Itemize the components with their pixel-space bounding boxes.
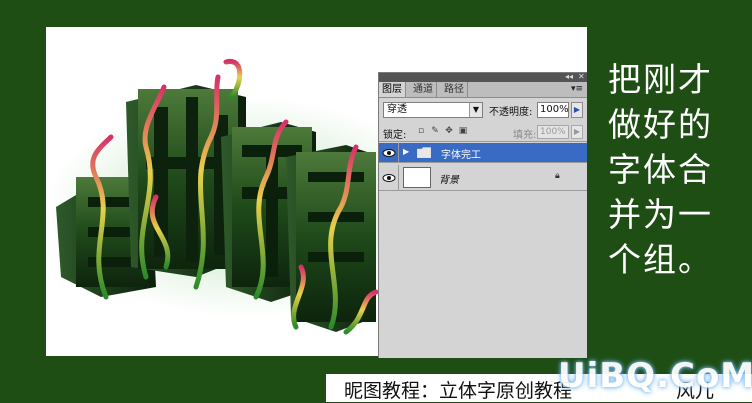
expand-triangle-icon[interactable]: ▶ xyxy=(403,147,409,156)
blend-row: 穿透 ▼ 不透明度: 100% ▶ xyxy=(379,99,587,121)
layer-thumbnail xyxy=(403,167,431,188)
fill-input[interactable]: 100% xyxy=(537,125,569,139)
lock-transparent-pixels-icon[interactable]: ▫ xyxy=(416,126,426,137)
tab-layers[interactable]: 图层 xyxy=(379,82,406,97)
caption-line: 做好的 xyxy=(608,105,713,144)
layer-name: 背景 xyxy=(439,175,459,186)
visibility-toggle[interactable] xyxy=(379,165,399,190)
caption-line: 并为一 xyxy=(608,195,713,234)
layer-row-background[interactable]: 背景 🔒︎ xyxy=(379,165,587,191)
panel-titlebar: ◂◂ ✕ xyxy=(379,72,587,82)
opacity-slider-arrow-icon[interactable]: ▶ xyxy=(571,102,583,118)
instruction-caption: 把刚才 做好的 字体合 并为一 个组。 xyxy=(608,57,718,282)
lock-image-pixels-icon[interactable]: ✎ xyxy=(430,126,440,137)
opacity-input[interactable]: 100% xyxy=(537,102,569,118)
lock-label: 锁定: xyxy=(383,130,407,141)
caption-line: 个组。 xyxy=(608,240,713,279)
close-panel-icon[interactable]: ✕ xyxy=(578,72,585,82)
visibility-toggle[interactable] xyxy=(379,143,399,162)
blend-mode-select[interactable]: 穿透 ▼ xyxy=(383,102,483,118)
lock-all-icon[interactable]: ▣ xyxy=(458,126,468,137)
layers-panel[interactable]: ◂◂ ✕ 图层 通道 路径 ▾≡ 穿透 ▼ 不透明度: 100% ▶ 锁定: ▫… xyxy=(378,72,587,358)
site-watermark: UiBQ.CoM xyxy=(558,356,752,396)
eye-icon xyxy=(382,174,396,182)
layer-row-group[interactable]: ▶ 字体完工 xyxy=(379,143,587,163)
fill-slider-arrow-icon[interactable]: ▶ xyxy=(571,125,583,139)
tab-channels[interactable]: 通道 xyxy=(410,82,437,97)
lock-row: 锁定: ▫ ✎ ✥ ▣ 填充: 100% ▶ xyxy=(379,123,587,142)
chevron-down-icon[interactable]: ▼ xyxy=(469,103,482,117)
fill-label: 填充: xyxy=(513,130,537,141)
lock-position-icon[interactable]: ✥ xyxy=(444,126,454,137)
caption-line: 字体合 xyxy=(608,150,713,189)
opacity-label: 不透明度: xyxy=(489,107,533,118)
collapse-panel-icon[interactable]: ◂◂ xyxy=(565,72,573,82)
tab-paths[interactable]: 路径 xyxy=(441,82,468,97)
panel-menu-icon[interactable]: ▾≡ xyxy=(571,82,583,97)
eye-icon xyxy=(382,149,396,157)
blend-mode-value: 穿透 xyxy=(387,104,407,115)
caption-line: 把刚才 xyxy=(608,60,713,99)
footer-title: 昵图教程：立体字原创教程 xyxy=(344,380,573,402)
layer-name: 字体完工 xyxy=(441,150,481,161)
lock-icon: 🔒︎ xyxy=(555,171,560,181)
folder-icon xyxy=(417,147,431,158)
panel-tabs: 图层 通道 路径 ▾≡ xyxy=(379,82,587,98)
